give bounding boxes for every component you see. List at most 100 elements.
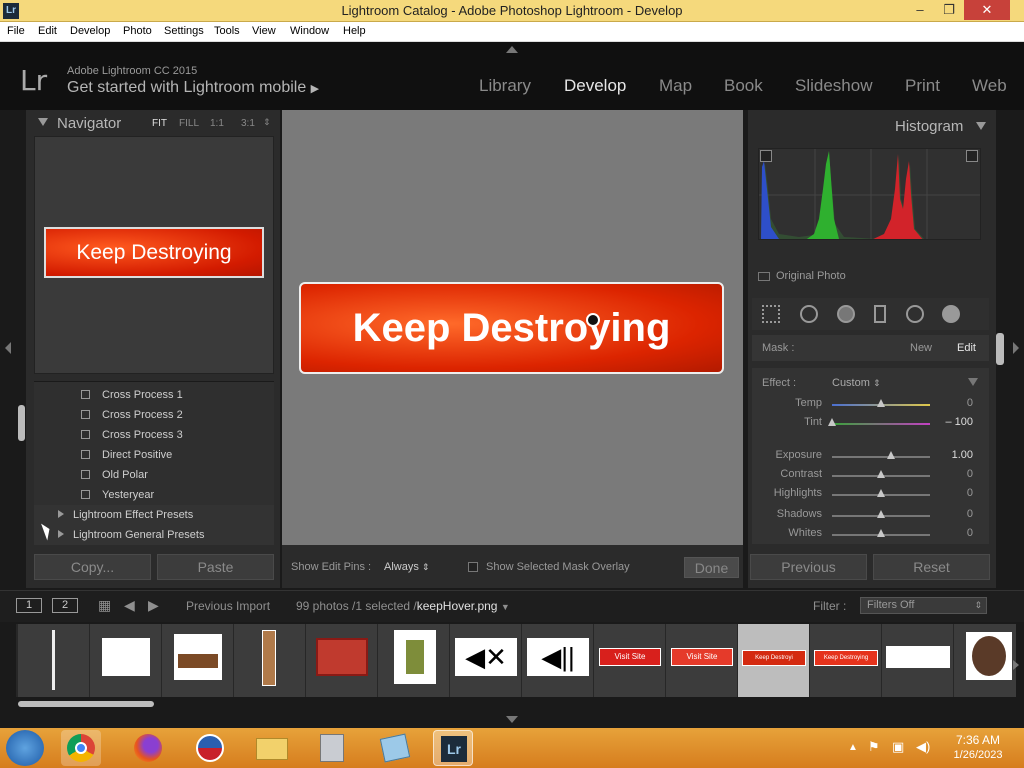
restore-button[interactable]: ❐ xyxy=(934,0,964,20)
slider-thumb[interactable] xyxy=(877,529,885,537)
radial-filter-icon[interactable] xyxy=(906,305,924,323)
top-panel-toggle-icon[interactable] xyxy=(506,46,518,53)
adjustment-brush-icon[interactable] xyxy=(942,305,960,323)
right-panel-scrollbar[interactable] xyxy=(996,333,1004,365)
graduated-filter-icon[interactable] xyxy=(874,305,886,323)
obama-logo-taskbar-button[interactable] xyxy=(190,730,230,766)
film-thumb[interactable]: ◀|| xyxy=(522,624,594,697)
slider-exposure[interactable]: Exposure 1.00 xyxy=(752,448,989,466)
second-screen-button[interactable]: 2 xyxy=(52,598,78,613)
preset-yesteryear[interactable]: Yesteryear xyxy=(34,485,274,505)
film-thumb[interactable] xyxy=(378,624,450,697)
navigator-title[interactable]: Navigator xyxy=(57,115,121,132)
menu-photo[interactable]: Photo xyxy=(123,25,152,37)
adjustment-pin-icon[interactable] xyxy=(586,313,600,327)
slider-thumb[interactable] xyxy=(877,510,885,518)
menu-window[interactable]: Window xyxy=(290,25,329,37)
crop-tool-icon[interactable] xyxy=(762,305,780,323)
reset-button[interactable]: Reset xyxy=(873,554,990,580)
clock-date[interactable]: 1/26/2023 xyxy=(940,749,1016,761)
shadow-clipping-icon[interactable] xyxy=(760,150,772,162)
histogram[interactable] xyxy=(758,148,981,240)
filmstrip-next-icon[interactable] xyxy=(1013,660,1019,670)
slider-whites[interactable]: Whites 0 xyxy=(752,526,989,544)
menu-edit[interactable]: Edit xyxy=(38,25,57,37)
film-thumb[interactable] xyxy=(162,624,234,697)
module-web[interactable]: Web xyxy=(972,76,1007,96)
slider-thumb[interactable] xyxy=(877,470,885,478)
zoom-fit[interactable]: FIT xyxy=(152,118,167,129)
spot-removal-icon[interactable] xyxy=(800,305,818,323)
firefox-taskbar-button[interactable] xyxy=(128,730,168,766)
original-photo-label[interactable]: Original Photo xyxy=(776,270,846,282)
menu-tools[interactable]: Tools xyxy=(214,25,240,37)
left-panel-scrollbar[interactable] xyxy=(18,405,25,441)
preset-old-polar[interactable]: Old Polar xyxy=(34,465,274,485)
app-taskbar-button[interactable] xyxy=(312,730,352,766)
menu-help[interactable]: Help xyxy=(343,25,366,37)
speaker-icon[interactable]: ◀) xyxy=(916,739,930,755)
histogram-title[interactable]: Histogram xyxy=(895,118,963,135)
effect-collapse-icon[interactable] xyxy=(968,378,978,386)
start-button-icon[interactable] xyxy=(6,730,44,766)
module-print[interactable]: Print xyxy=(905,76,940,96)
minimize-button[interactable]: – xyxy=(905,0,935,20)
slider-highlights[interactable]: Highlights 0 xyxy=(752,486,989,504)
mask-new-button[interactable]: New xyxy=(910,342,932,354)
film-thumb[interactable] xyxy=(90,624,162,697)
film-thumb[interactable]: ◀✕ xyxy=(450,624,522,697)
mask-overlay-checkbox[interactable] xyxy=(468,562,478,572)
slider-contrast[interactable]: Contrast 0 xyxy=(752,467,989,485)
collapse-triangle-icon[interactable] xyxy=(976,122,986,130)
film-thumb[interactable]: Visit Site xyxy=(594,624,666,697)
slider-thumb[interactable] xyxy=(828,418,836,426)
module-library[interactable]: Library xyxy=(479,76,531,96)
mask-edit-button[interactable]: Edit xyxy=(957,342,976,354)
flag-icon[interactable]: ⚑ xyxy=(868,739,880,755)
film-thumb[interactable] xyxy=(882,624,954,697)
zoom-1-1[interactable]: 1:1 xyxy=(210,118,224,129)
module-slideshow[interactable]: Slideshow xyxy=(795,76,873,96)
network-icon[interactable]: ▣ xyxy=(892,739,904,755)
module-map[interactable]: Map xyxy=(659,76,692,96)
filter-select[interactable]: Filters Off ⇕ xyxy=(860,597,987,614)
mobile-prompt-link[interactable]: Get started with Lightroom mobile ▶ xyxy=(67,79,319,97)
film-thumb[interactable] xyxy=(306,624,378,697)
menu-file[interactable]: File xyxy=(7,25,25,37)
highlight-clipping-icon[interactable] xyxy=(966,150,978,162)
forward-arrow-icon[interactable]: ▶ xyxy=(148,597,159,614)
notepad-taskbar-button[interactable] xyxy=(374,730,414,766)
preset-cross-process-3[interactable]: Cross Process 3 xyxy=(34,425,274,445)
menu-view[interactable]: View xyxy=(252,25,276,37)
slider-thumb[interactable] xyxy=(877,399,885,407)
slider-thumb[interactable] xyxy=(886,451,895,459)
preset-cross-process-1[interactable]: Cross Process 1 xyxy=(34,385,274,405)
preset-folder-effect[interactable]: Lightroom Effect Presets xyxy=(34,505,274,525)
tray-expand-icon[interactable]: ▲ xyxy=(848,742,858,753)
collapse-triangle-icon[interactable] xyxy=(38,118,48,126)
previous-button[interactable]: Previous xyxy=(750,554,867,580)
show-edit-pins-select[interactable]: Always ⇕ xyxy=(384,561,429,573)
right-panel-toggle-icon[interactable] xyxy=(1013,342,1019,354)
left-panel-toggle-icon[interactable] xyxy=(5,342,11,354)
zoom-stepper-icon[interactable]: ⇕ xyxy=(263,117,271,128)
preset-direct-positive[interactable]: Direct Positive xyxy=(34,445,274,465)
film-thumb[interactable] xyxy=(18,624,90,697)
back-arrow-icon[interactable]: ◀ xyxy=(124,597,135,614)
menu-settings[interactable]: Settings xyxy=(164,25,204,37)
menu-develop[interactable]: Develop xyxy=(70,25,110,37)
film-thumb-selected[interactable]: Keep Destroyi xyxy=(738,624,810,697)
film-thumb[interactable] xyxy=(954,624,1016,697)
close-button[interactable]: ✕ xyxy=(964,0,1010,20)
chrome-taskbar-button[interactable] xyxy=(61,730,101,766)
grid-view-icon[interactable]: ▦ xyxy=(98,597,111,614)
zoom-3-1[interactable]: 3:1 xyxy=(241,118,255,129)
module-develop[interactable]: Develop xyxy=(564,76,626,96)
clock-time[interactable]: 7:36 AM xyxy=(940,733,1016,747)
source-label[interactable]: Previous Import xyxy=(186,599,270,613)
bottom-panel-toggle-icon[interactable] xyxy=(506,716,518,723)
film-thumb[interactable]: Visit Site xyxy=(666,624,738,697)
red-eye-icon[interactable] xyxy=(837,305,855,323)
module-book[interactable]: Book xyxy=(724,76,763,96)
done-button[interactable]: Done xyxy=(684,557,739,578)
